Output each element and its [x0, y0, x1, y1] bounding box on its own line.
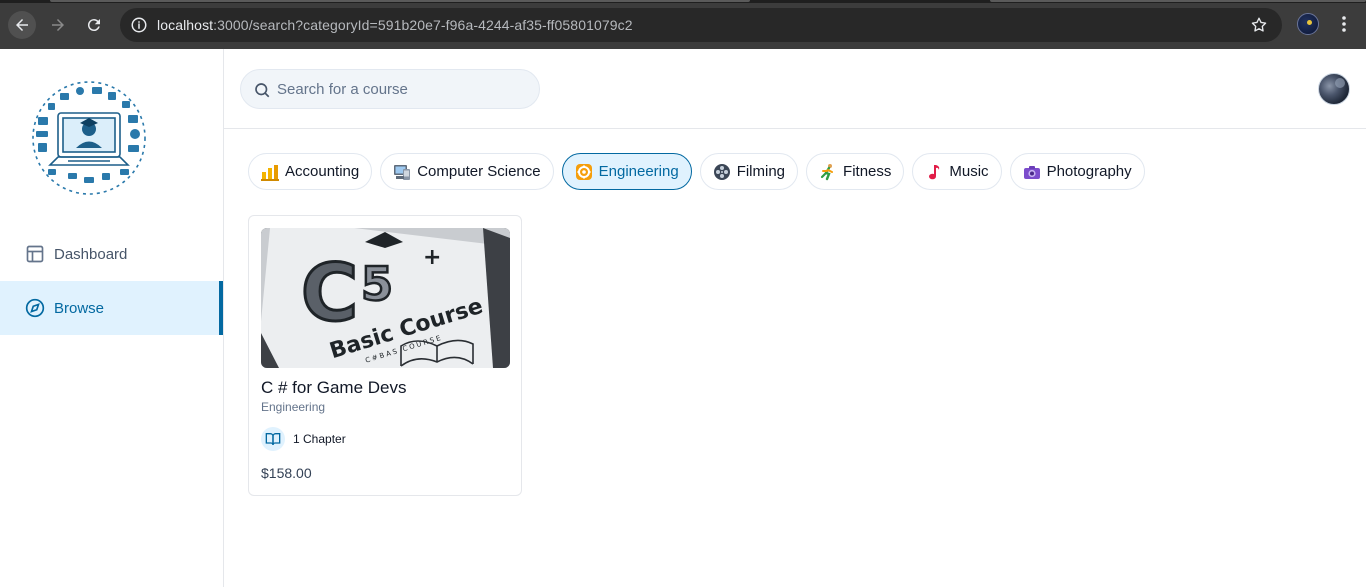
music-note-emoji-icon: [925, 163, 943, 181]
chapter-count: 1 Chapter: [293, 432, 346, 446]
more-menu-icon[interactable]: [1335, 14, 1353, 34]
back-button[interactable]: [8, 11, 36, 39]
course-thumbnail-image: C 5 + Basic Course C#BAS COURSE: [261, 228, 510, 368]
url-text[interactable]: localhost:3000/search?categoryId=591b20e…: [157, 17, 633, 33]
category-chip-accounting[interactable]: Accounting: [248, 153, 373, 190]
reload-button[interactable]: [80, 11, 108, 39]
bar-chart-emoji-icon: [261, 163, 279, 181]
tab-indicator[interactable]: [990, 0, 1366, 2]
computer-emoji-icon: [393, 163, 411, 181]
runner-emoji-icon: [819, 163, 837, 181]
sidebar: Dashboard Browse: [0, 49, 224, 587]
sidebar-item-dashboard[interactable]: Dashboard: [0, 227, 223, 281]
category-label: Computer Science: [417, 163, 541, 180]
category-label: Music: [949, 163, 989, 180]
category-chip-music[interactable]: Music: [912, 153, 1002, 190]
book-open-icon: [261, 427, 285, 451]
user-avatar[interactable]: [1318, 73, 1350, 105]
category-chip-engineering[interactable]: Engineering: [561, 153, 692, 190]
extension-icon[interactable]: [1297, 13, 1319, 35]
course-category: Engineering: [261, 400, 326, 414]
url-path: :3000/search?categoryId=591b20e7-f96a-42…: [213, 17, 633, 33]
url-host: localhost: [157, 17, 214, 33]
course-price: $158.00: [261, 465, 312, 481]
category-label: Accounting: [285, 163, 360, 180]
category-label: Filming: [736, 163, 786, 180]
compass-icon: [24, 297, 46, 319]
gear-emoji-icon: [575, 163, 593, 181]
search-bar[interactable]: [240, 69, 540, 109]
category-chip-photography[interactable]: Photography: [1009, 153, 1145, 190]
svg-text:5: 5: [361, 257, 393, 311]
search-icon: [255, 83, 270, 98]
tab-strip: [0, 0, 1366, 3]
course-chapters: 1 Chapter: [261, 427, 346, 451]
app-logo[interactable]: [28, 77, 150, 199]
reload-icon: [87, 19, 100, 32]
sidebar-item-label: Browse: [54, 299, 105, 317]
tab-indicator[interactable]: [50, 0, 750, 2]
sidebar-item-browse[interactable]: Browse: [0, 281, 223, 335]
category-chip-fitness[interactable]: Fitness: [806, 153, 905, 190]
course-thumbnail[interactable]: C 5 + Basic Course C#BAS COURSE: [261, 228, 510, 368]
film-reel-emoji-icon: [713, 163, 731, 181]
address-bar[interactable]: localhost:3000/search?categoryId=591b20e…: [120, 8, 1282, 42]
camera-emoji-icon: [1023, 163, 1041, 181]
category-filter-bar: Accounting Computer Science Engineering …: [248, 153, 1145, 191]
forward-button[interactable]: [44, 11, 72, 39]
bookmark-star-icon[interactable]: [1250, 16, 1268, 34]
course-title[interactable]: C # for Game Devs: [261, 378, 407, 398]
top-header: [224, 49, 1366, 129]
category-label: Engineering: [598, 163, 679, 180]
category-chip-filming[interactable]: Filming: [699, 153, 799, 190]
sidebar-item-label: Dashboard: [54, 245, 128, 263]
course-card[interactable]: C 5 + Basic Course C#BAS COURSE C # for …: [248, 215, 522, 496]
forward-arrow-icon: [52, 19, 64, 31]
back-arrow-icon: [16, 19, 28, 31]
search-input[interactable]: [277, 70, 527, 108]
svg-text:C: C: [301, 249, 358, 339]
category-chip-computer-science[interactable]: Computer Science: [380, 153, 554, 190]
browser-toolbar: localhost:3000/search?categoryId=591b20e…: [0, 0, 1366, 49]
svg-text:+: +: [423, 245, 441, 270]
site-info-icon[interactable]: [130, 16, 148, 34]
category-label: Fitness: [843, 163, 892, 180]
category-label: Photography: [1046, 163, 1132, 180]
layout-icon: [24, 243, 46, 265]
